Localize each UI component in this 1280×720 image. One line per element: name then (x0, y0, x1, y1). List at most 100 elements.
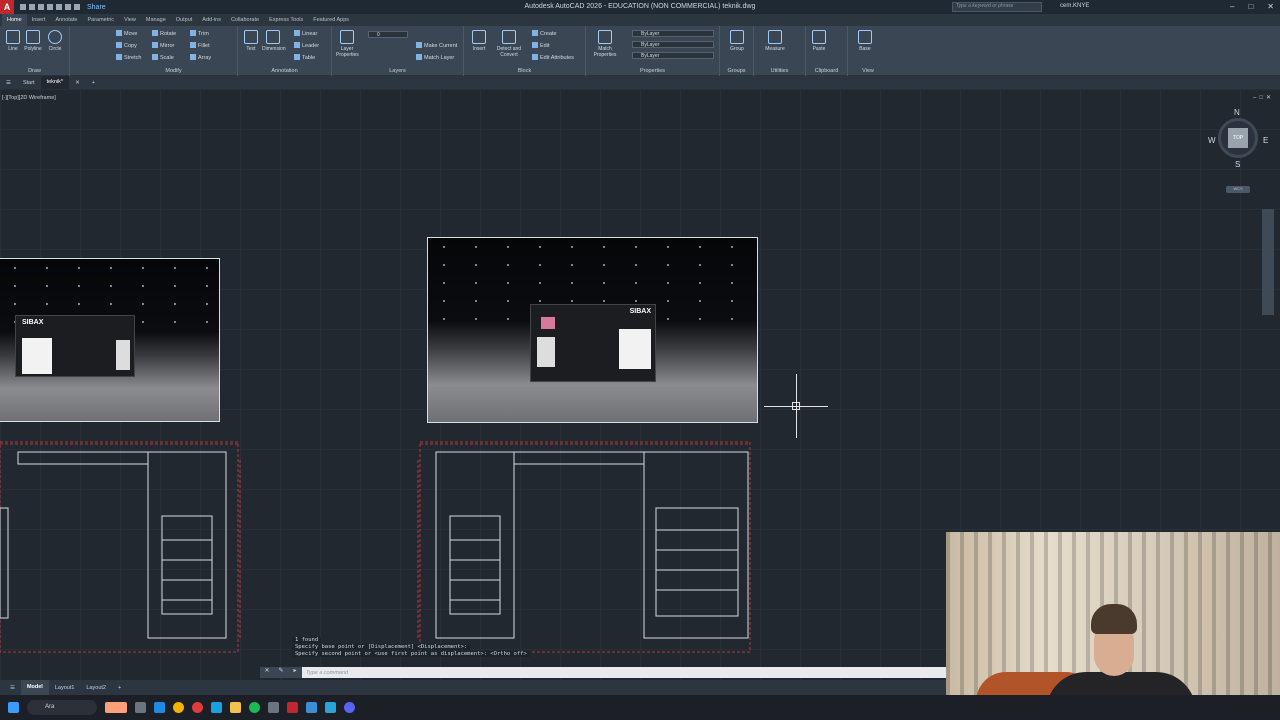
plot-icon[interactable] (56, 4, 62, 10)
minimize-icon[interactable]: – (1230, 2, 1234, 11)
application-menu-button[interactable]: A (0, 0, 14, 14)
tab-start[interactable]: Start (17, 80, 41, 86)
help-search-input[interactable]: Type a keyword or phrase (952, 2, 1042, 12)
tab-layout2[interactable]: Layout2 (80, 685, 112, 691)
mirror-tool[interactable]: Mirror (152, 42, 174, 49)
wcs-menu[interactable]: WCS (1226, 186, 1250, 193)
tab-featured-apps[interactable]: Featured Apps (308, 17, 354, 23)
array-tool[interactable]: Array (190, 54, 211, 61)
panel-label[interactable]: Groups (720, 68, 753, 74)
linear-tool[interactable]: Linear (294, 30, 317, 37)
redo-icon[interactable] (74, 4, 80, 10)
search-highlight-icon[interactable] (105, 702, 127, 713)
scale-tool[interactable]: Scale (152, 54, 174, 61)
compass-east[interactable]: E (1263, 136, 1268, 145)
line-tool[interactable]: Line (2, 30, 24, 52)
create-block-tool[interactable]: Create (532, 30, 557, 37)
text-tool[interactable]: Text (240, 30, 262, 52)
app-icon[interactable] (268, 702, 279, 713)
save-icon[interactable] (38, 4, 44, 10)
tab-layout1[interactable]: Layout1 (49, 685, 81, 691)
user-account[interactable]: cem.KNYE (1060, 3, 1089, 9)
edge-icon[interactable] (154, 702, 165, 713)
new-icon[interactable] (20, 4, 26, 10)
vertical-scrollbar[interactable] (1262, 209, 1274, 315)
panel-label[interactable]: Block (464, 68, 585, 74)
tab-add-ins[interactable]: Add-ins (197, 17, 226, 23)
polyline-tool[interactable]: Polyline (22, 30, 44, 52)
group-tool[interactable]: Group (726, 30, 748, 52)
app-icon[interactable] (306, 702, 317, 713)
add-layout-icon[interactable]: + (112, 685, 127, 691)
compass-south[interactable]: S (1235, 160, 1240, 169)
dimension-tool[interactable]: Dimension (262, 30, 286, 52)
panel-label[interactable]: Draw (0, 68, 69, 74)
share-button[interactable]: Share (87, 4, 106, 11)
panel-label[interactable]: Modify (110, 68, 237, 74)
chrome-icon[interactable] (173, 702, 184, 713)
circle-tool[interactable]: Circle (44, 30, 66, 52)
customize-command-icon[interactable]: ✎ (274, 667, 288, 678)
copy-tool[interactable]: Copy (116, 42, 137, 49)
layer-combo[interactable]: 0 (368, 31, 408, 38)
edit-attributes-tool[interactable]: Edit Attributes (532, 54, 574, 61)
close-tab-icon[interactable]: ✕ (69, 80, 86, 86)
tab-express-tools[interactable]: Express Tools (264, 17, 308, 23)
discord-icon[interactable] (344, 702, 355, 713)
tab-insert[interactable]: Insert (27, 17, 51, 23)
windows-start-icon[interactable] (8, 702, 19, 713)
app-icon[interactable] (211, 702, 222, 713)
stretch-tool[interactable]: Stretch (116, 54, 141, 61)
tab-collaborate[interactable]: Collaborate (226, 17, 264, 23)
panel-label[interactable]: Clipboard (806, 68, 847, 74)
viewcube-top-face[interactable]: TOP (1228, 128, 1248, 148)
layouts-menu-icon[interactable]: ☰ (4, 685, 21, 691)
trim-tool[interactable]: Trim (190, 30, 209, 37)
detect-convert-tool[interactable]: Detect and Convert (494, 30, 524, 58)
tab-output[interactable]: Output (171, 17, 198, 23)
tab-view[interactable]: View (119, 17, 141, 23)
paste-tool[interactable]: Paste (808, 30, 830, 52)
render-image-center[interactable]: SIBAX (427, 237, 758, 423)
command-prompt-icon[interactable]: ▸ (288, 667, 302, 678)
command-input[interactable]: Type a command (302, 670, 348, 676)
panel-label[interactable]: Utilities (754, 68, 805, 74)
tab-manage[interactable]: Manage (141, 17, 171, 23)
tab-teknik[interactable]: teknik* (40, 76, 70, 89)
maximize-icon[interactable]: □ (1248, 2, 1253, 11)
panel-label[interactable]: Properties (586, 68, 719, 74)
autocad-icon[interactable] (287, 702, 298, 713)
fillet-tool[interactable]: Fillet (190, 42, 210, 49)
make-current-tool[interactable]: Make Current (416, 42, 457, 49)
spotify-icon[interactable] (249, 702, 260, 713)
viewcube[interactable]: TOP N S E W WCS (1208, 108, 1268, 193)
tab-model[interactable]: Model (20, 680, 49, 695)
move-tool[interactable]: Move (116, 30, 137, 37)
viewport-window-controls[interactable]: –□✕ (1253, 94, 1274, 101)
compass-north[interactable]: N (1234, 108, 1240, 117)
tab-annotate[interactable]: Annotate (50, 17, 82, 23)
tab-home[interactable]: Home (2, 14, 27, 26)
close-icon[interactable]: ✕ (1267, 2, 1274, 11)
tab-parametric[interactable]: Parametric (82, 17, 119, 23)
panel-label[interactable]: Annotation (238, 68, 331, 74)
cad-elevation-drawings[interactable] (0, 430, 760, 660)
open-icon[interactable] (29, 4, 35, 10)
hamburger-icon[interactable]: ☰ (0, 80, 17, 86)
lineweight-combo[interactable]: ByLayer (632, 52, 714, 59)
compass-west[interactable]: W (1208, 136, 1216, 145)
new-tab-icon[interactable]: + (86, 80, 101, 86)
measure-tool[interactable]: Measure (762, 30, 788, 52)
leader-tool[interactable]: Leader (294, 42, 319, 49)
layer-properties-tool[interactable]: Layer Properties (336, 30, 359, 58)
close-command-icon[interactable]: ✕ (260, 667, 274, 678)
app-icon[interactable] (325, 702, 336, 713)
file-explorer-icon[interactable] (230, 702, 241, 713)
base-view-tool[interactable]: Base (854, 30, 876, 52)
edit-block-tool[interactable]: Edit (532, 42, 549, 49)
insert-tool[interactable]: Insert (468, 30, 490, 52)
linetype-combo[interactable]: ByLayer (632, 41, 714, 48)
render-image-left[interactable]: SIBAX (0, 258, 220, 422)
panel-label[interactable]: View (848, 68, 888, 74)
panel-label[interactable]: Layers (332, 68, 463, 74)
